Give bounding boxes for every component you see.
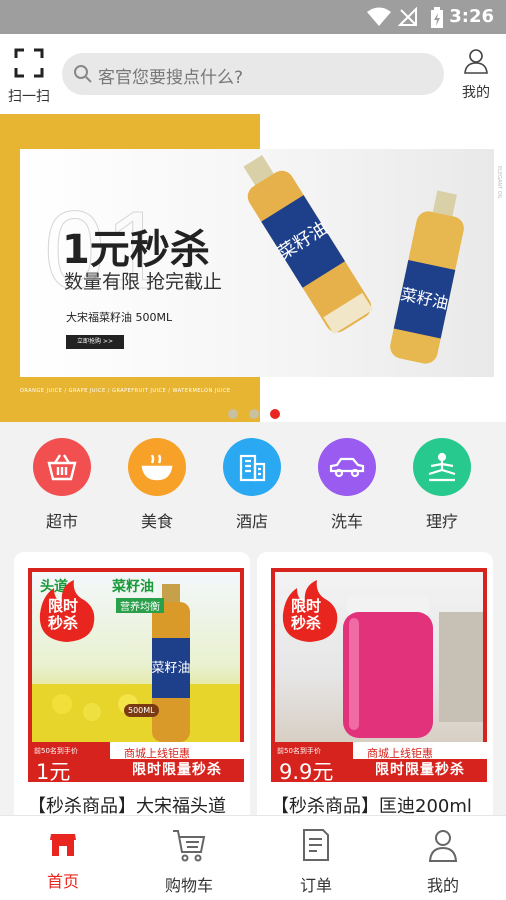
promo-box: 商城上线钜惠 限时限量秒杀 — [110, 742, 244, 782]
shop-icon — [48, 834, 78, 862]
scan-label: 扫一扫 — [8, 89, 50, 105]
tab-mine[interactable]: 我的 — [398, 828, 488, 896]
search-placeholder: 客官您要搜点什么? — [98, 68, 244, 88]
banner-buy-button[interactable]: 立即抢购 >> — [66, 335, 124, 349]
status-time: 3:26 — [449, 6, 494, 27]
category-row: 超市 美食 酒店 洗车 理疗 — [0, 422, 506, 542]
tab-home[interactable]: 首页 — [18, 828, 108, 892]
carousel-dot[interactable] — [228, 409, 238, 419]
car-icon — [318, 438, 376, 496]
price-strip: 前50名到手价 9.9元 商城上线钜惠 限时限量秒杀 — [271, 742, 487, 784]
tab-label: 我的 — [426, 876, 459, 895]
flash-text: 限时 秒杀 — [291, 597, 322, 632]
banner-side-text: ELEGANT OIL — [496, 166, 502, 199]
top-header: 扫一扫 客官您要搜点什么? 我的 — [0, 34, 506, 114]
basket-icon — [33, 438, 91, 496]
flash-text: 限时 秒杀 — [48, 597, 79, 632]
search-icon — [73, 64, 93, 88]
promo-box: 商城上线钜惠 限时限量秒杀 — [353, 742, 487, 782]
meditation-icon — [413, 438, 471, 496]
order-icon — [301, 829, 331, 866]
tab-cart[interactable]: 购物车 — [144, 828, 234, 896]
bottom-tab-bar: 首页 购物车 订单 我的 — [0, 815, 506, 900]
product-image: 限时 秒杀 前50名到手价 9.9元 商城上线钜惠 限时限量秒杀 — [271, 568, 487, 784]
category-label: 酒店 — [235, 512, 268, 531]
price-box: 前50名到手价 9.9元 — [271, 742, 353, 784]
product-price: 9.9元 — [279, 760, 334, 784]
promo-banner[interactable]: 01 1元秒杀 数量有限 抢完截止 大宋福菜籽油 500ML 立即抢购 >> 菜… — [0, 114, 506, 422]
category-label: 美食 — [140, 512, 173, 531]
product-card[interactable]: 菜籽油 头道 菜籽油 营养均衡 500ML 限时 秒杀 前50名到手价 1元 商城… — [14, 552, 250, 852]
svg-text:菜籽油: 菜籽油 — [151, 661, 190, 676]
search-input[interactable]: 客官您要搜点什么? — [62, 53, 444, 95]
user-icon — [463, 49, 489, 78]
flash-sale-flame: 限时 秒杀 — [36, 578, 98, 644]
banner-product: 大宋福菜籽油 500ML — [66, 311, 173, 324]
cart-icon — [171, 830, 207, 866]
banner-subtitle: 数量有限 抢完截止 — [64, 271, 223, 293]
product-price: 1元 — [36, 760, 71, 784]
oil-bottles-image: 菜籽油 菜籽油 — [243, 155, 464, 364]
carousel-dot-active[interactable] — [270, 409, 281, 419]
category-therapy[interactable]: 理疗 — [407, 438, 477, 532]
building-icon — [223, 438, 281, 496]
mine-button[interactable]: 我的 — [458, 48, 494, 102]
price-note: 前50名到手价 — [277, 747, 321, 755]
product-image: 菜籽油 头道 菜籽油 营养均衡 500ML 限时 秒杀 前50名到手价 1元 商城… — [28, 568, 244, 784]
scan-icon — [14, 48, 44, 82]
price-box: 前50名到手价 1元 — [28, 742, 110, 784]
photo-text-oil: 菜籽油 — [112, 579, 154, 595]
category-hotel[interactable]: 酒店 — [217, 438, 287, 532]
category-label: 理疗 — [425, 512, 458, 531]
carousel-dot[interactable] — [249, 409, 260, 419]
price-strip: 前50名到手价 1元 商城上线钜惠 限时限量秒杀 — [28, 742, 244, 784]
category-label: 超市 — [45, 512, 78, 531]
promo-main: 限时限量秒杀 — [110, 759, 244, 782]
category-food[interactable]: 美食 — [122, 438, 192, 532]
bottle-tag: 500ML — [124, 704, 159, 717]
flash-sale-flame: 限时 秒杀 — [279, 578, 341, 644]
wifi-icon — [366, 7, 392, 31]
category-supermarket[interactable]: 超市 — [27, 438, 97, 532]
status-bar: 3:26 — [0, 0, 506, 34]
banner-card: 01 1元秒杀 数量有限 抢完截止 大宋福菜籽油 500ML 立即抢购 >> 菜… — [20, 149, 494, 377]
carousel-dots — [228, 404, 286, 422]
category-label: 洗车 — [330, 512, 363, 531]
category-car-wash[interactable]: 洗车 — [312, 438, 382, 532]
promo-main: 限时限量秒杀 — [353, 759, 487, 782]
mine-label: 我的 — [462, 85, 490, 101]
tab-label: 订单 — [299, 876, 332, 895]
scan-button[interactable]: 扫一扫 — [6, 48, 52, 106]
battery-icon — [430, 7, 444, 33]
user-icon — [427, 830, 459, 866]
price-note: 前50名到手价 — [34, 747, 78, 755]
photo-text-tag: 营养均衡 — [116, 598, 164, 613]
signal-off-icon — [397, 6, 418, 31]
tab-orders[interactable]: 订单 — [271, 828, 361, 896]
banner-juice-line: ORANGE JUICE / GRAPE JUICE / GRAPEFRUIT … — [20, 388, 231, 394]
bowl-icon — [128, 438, 186, 496]
product-card[interactable]: 限时 秒杀 前50名到手价 9.9元 商城上线钜惠 限时限量秒杀 【秒杀商品】匡迪… — [257, 552, 493, 852]
tab-label: 首页 — [46, 872, 79, 891]
tab-label: 购物车 — [164, 876, 213, 895]
